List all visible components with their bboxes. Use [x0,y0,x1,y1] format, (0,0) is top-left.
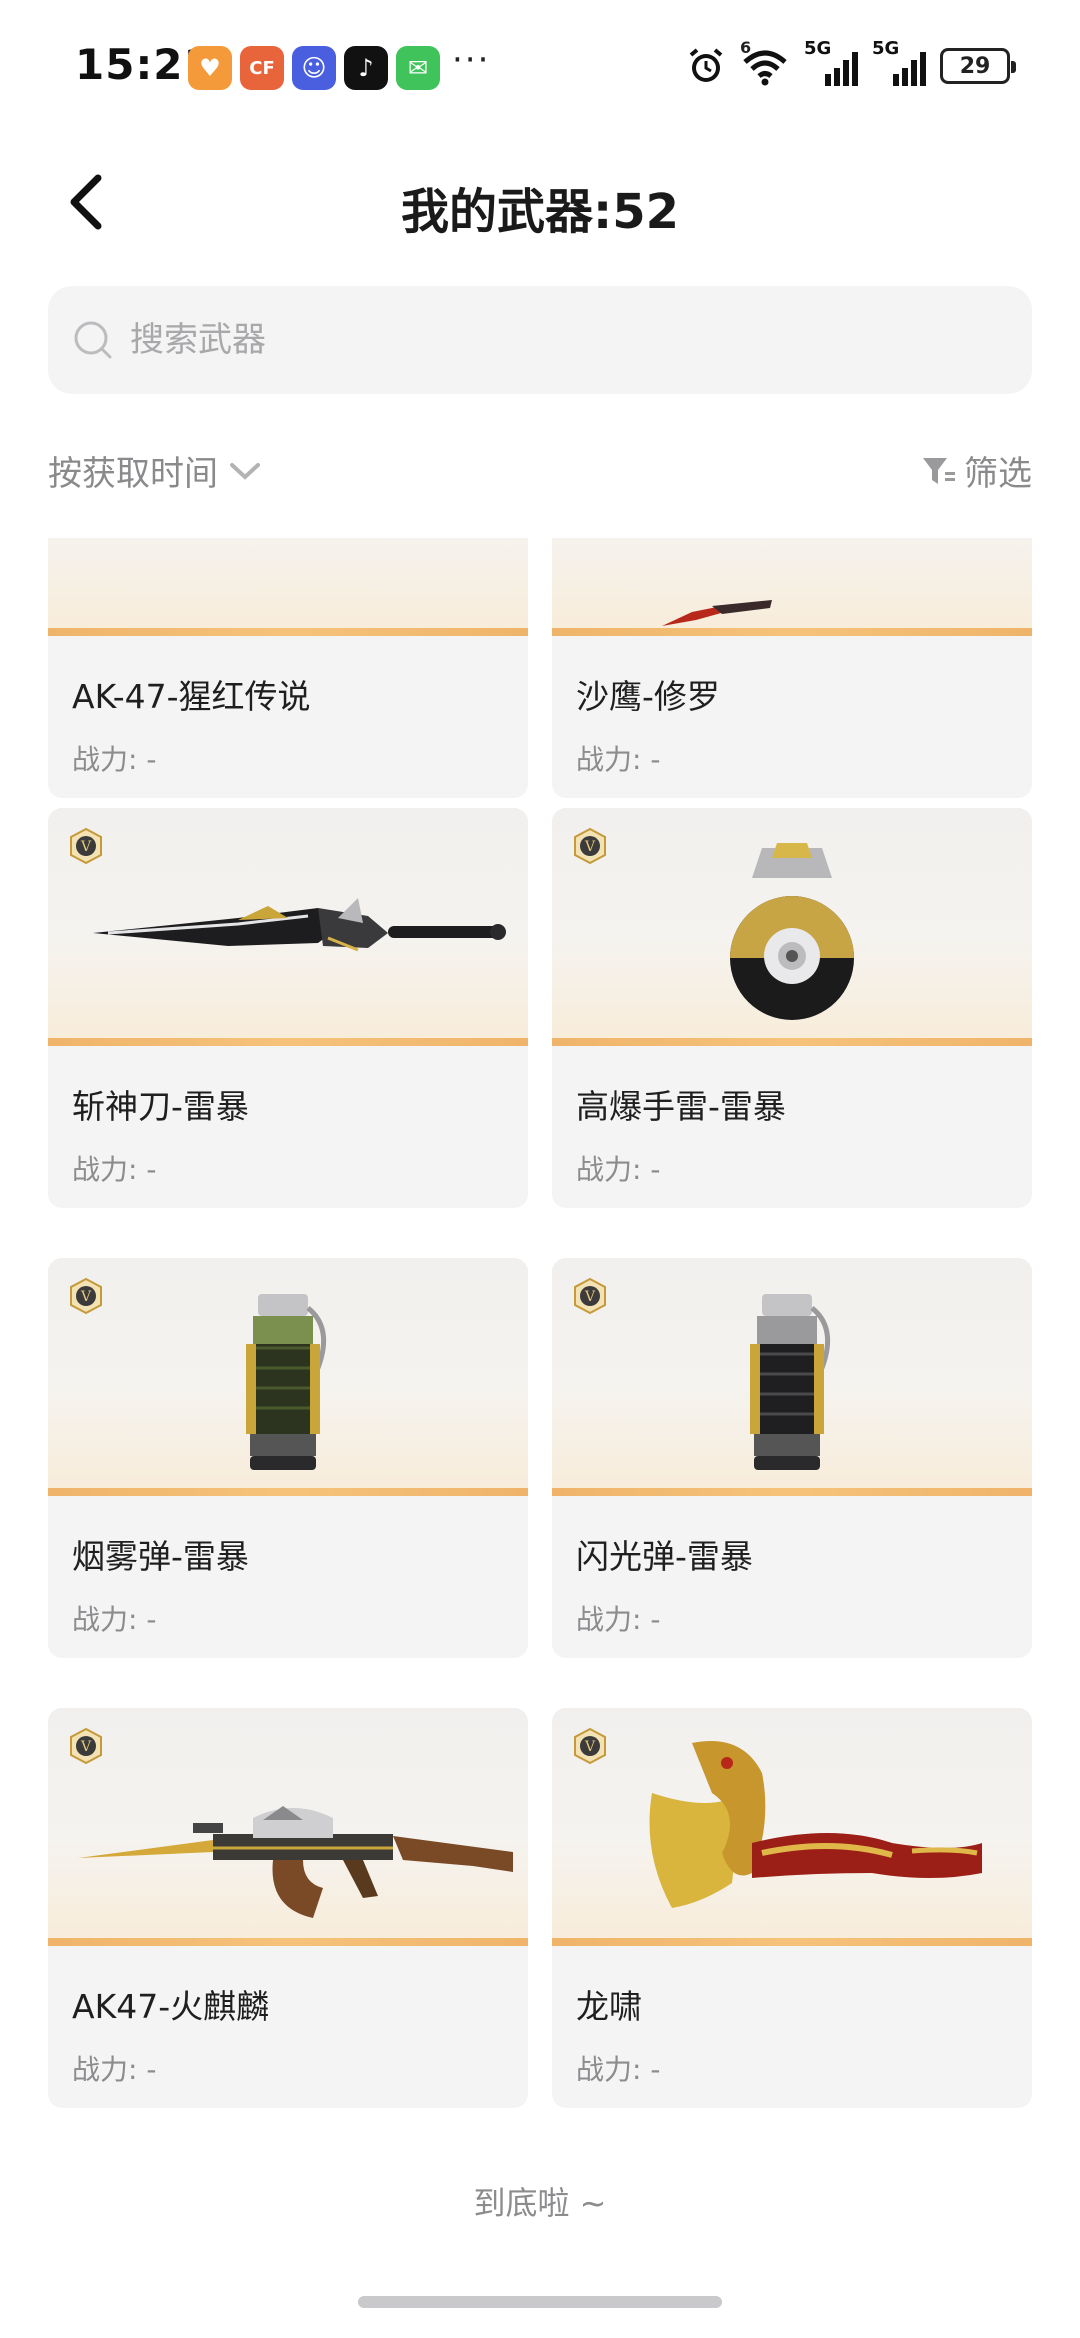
wifi-icon: 6 [740,38,790,86]
more-notifications-icon: ··· [452,40,491,80]
weapon-power: 战力: - [72,1603,157,1636]
weapon-name: 闪光弹-雷暴 [576,1537,753,1576]
battery-level: 29 [959,53,991,79]
weapon-image: V [48,1708,528,1946]
weapon-card[interactable]: AK-47-猩红传说 战力: - [48,538,528,798]
v-badge-icon: V [70,1278,102,1314]
weapon-grid[interactable]: AK-47-猩红传说 战力: - 沙鹰-修罗 战力: - V 斩神刀-雷暴 战力… [0,538,1080,2118]
search-input[interactable] [130,320,930,360]
status-bar: 15:21 ♥ CF ☺ ♪ ✉ ··· 6 5G 5G 29 [0,0,1080,130]
tiktok-app-icon: ♪ [344,46,388,90]
cf-app-icon: CF [240,46,284,90]
weapon-power: 战力: - [576,1153,661,1186]
weapon-card[interactable]: V 高爆手雷-雷暴 战力: - [552,808,1032,1208]
weapon-power: 战力: - [72,743,157,776]
weapon-image: V [552,1708,1032,1946]
search-bar[interactable] [48,286,1032,394]
weapon-card[interactable]: V 斩神刀-雷暴 战力: - [48,808,528,1208]
v-badge-icon: V [70,828,102,864]
rifle-image [78,1806,513,1918]
home-indicator[interactable] [358,2296,722,2308]
weapon-power: 战力: - [72,2053,157,2086]
smoke-grenade-image [246,1294,327,1470]
axe-image [649,1741,982,1908]
grenade-image [730,843,854,1020]
weapon-card[interactable]: V 闪光弹-雷暴 战力: - [552,1258,1032,1658]
weapon-card[interactable]: V AK47-火麒麟 战力: - [48,1708,528,2108]
weapon-image [552,538,1032,636]
weapon-name: 斩神刀-雷暴 [72,1087,249,1126]
svg-text:V: V [584,1739,596,1755]
weapon-card[interactable]: 沙鹰-修罗 战力: - [552,538,1032,798]
v-badge-icon: V [574,1728,606,1764]
svg-text:V: V [80,839,92,855]
svg-text:V: V [80,1289,92,1305]
weapon-image: V [48,1258,528,1496]
pistol-image [662,600,772,626]
wechat-app-icon: ✉ [396,46,440,90]
weapon-card[interactable]: V 烟雾弹-雷暴 战力: - [48,1258,528,1658]
flash-grenade-image [750,1294,831,1470]
weapon-card[interactable]: V 龙啸 战力: - [552,1708,1032,2108]
svg-text:V: V [584,839,596,855]
search-icon [74,321,112,359]
weapon-power: 战力: - [576,743,661,776]
sort-dropdown[interactable]: 按获取时间 [48,446,262,495]
weapon-power: 战力: - [576,2053,661,2086]
weapon-name: AK-47-猩红传说 [72,677,311,716]
weapon-image: V [552,1258,1032,1496]
signal-strength-icon-1: 5G [804,38,858,86]
v-badge-icon: V [574,828,606,864]
weapon-name: 高爆手雷-雷暴 [576,1087,786,1126]
weapon-power: 战力: - [576,1603,661,1636]
chevron-down-icon [230,462,260,480]
weapon-image: V [552,808,1032,1046]
svg-text:V: V [584,1289,596,1305]
wifi-badge: 6 [740,38,752,57]
filter-label: 筛选 [964,454,1032,494]
page-title: 我的武器:52 [401,184,679,240]
battery-icon: 29 [940,48,1016,84]
sort-label: 按获取时间 [48,454,218,494]
filter-icon [923,457,955,484]
weapon-name: 烟雾弹-雷暴 [72,1537,249,1576]
signal-strength-icon-2: 5G [872,38,926,86]
notification-icons: ♥ CF ☺ ♪ ✉ [188,46,440,90]
weapon-name: 沙鹰-修罗 [576,677,720,716]
heart-app-icon: ♥ [188,46,232,90]
weapon-name: 龙啸 [576,1987,642,2026]
chat-bot-app-icon: ☺ [292,46,336,90]
weapon-image: V [48,808,528,1046]
blade-image [93,898,506,952]
filter-button[interactable]: 筛选 [920,446,1032,495]
weapon-image [48,538,528,636]
end-of-list-text: 到底啦 ~ [473,2184,607,2222]
alarm-icon [689,48,723,82]
weapon-power: 战力: - [72,1153,157,1186]
weapon-name: AK47-火麒麟 [72,1987,270,2026]
v-badge-icon: V [574,1278,606,1314]
